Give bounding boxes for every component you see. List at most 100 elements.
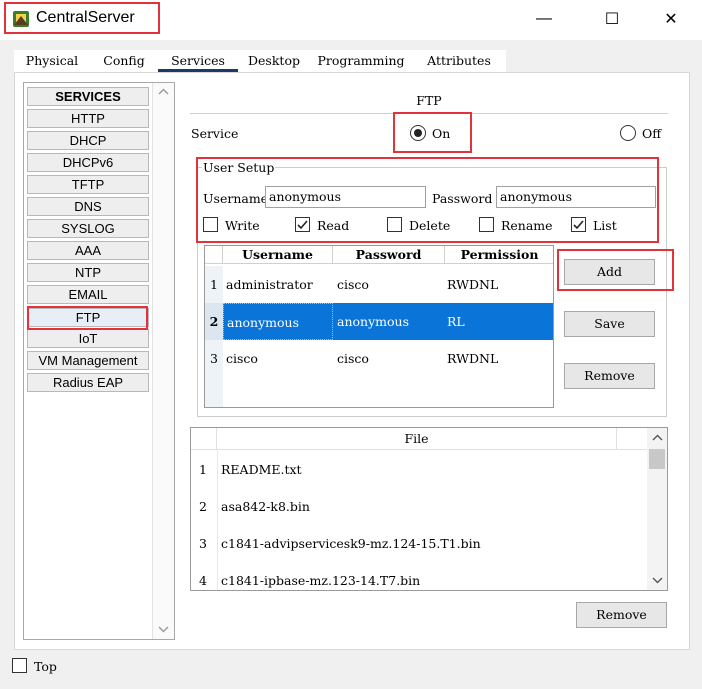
service-item-tftp[interactable]: TFTP: [27, 175, 149, 194]
file-row-number: 3: [199, 536, 207, 551]
username-input[interactable]: anonymous: [265, 186, 426, 208]
divider: [190, 113, 668, 114]
row-number-gutter: [205, 377, 223, 407]
tab-config[interactable]: Config: [96, 50, 152, 72]
user-setup-legend: User Setup: [202, 160, 276, 175]
service-item-iot[interactable]: IoT: [27, 329, 149, 348]
window-title: CentralServer: [36, 9, 135, 26]
remove-user-button[interactable]: Remove: [564, 363, 655, 389]
scroll-down-icon[interactable]: [652, 577, 663, 584]
column-header-password[interactable]: Password: [333, 246, 445, 264]
add-button[interactable]: Add: [564, 259, 655, 285]
tab-physical[interactable]: Physical: [18, 50, 86, 72]
app-icon: [13, 11, 29, 27]
file-row[interactable]: 3 c1841-advipservicesk9-mz.124-15.T1.bin: [191, 525, 646, 562]
file-name: c1841-ipbase-mz.123-14.T7.bin: [221, 573, 421, 588]
title-bar: CentralServer — ☐ ✕: [0, 0, 702, 40]
write-label: Write: [225, 218, 260, 233]
check-icon: [573, 220, 584, 230]
row-password: anonymous: [337, 314, 409, 329]
delete-checkbox[interactable]: [387, 217, 402, 232]
file-row-number: 4: [199, 573, 207, 588]
service-item-ntp[interactable]: NTP: [27, 263, 149, 282]
read-checkbox[interactable]: [295, 217, 310, 232]
row-permission: RWDNL: [447, 351, 499, 366]
file-row[interactable]: 4 c1841-ipbase-mz.123-14.T7.bin: [191, 562, 646, 590]
service-item-vm-management[interactable]: VM Management: [27, 351, 149, 370]
service-item-dhcp[interactable]: DHCP: [27, 131, 149, 150]
ftp-title: FTP: [416, 93, 442, 108]
tab-services[interactable]: Services: [158, 50, 238, 72]
file-row[interactable]: 1 README.txt: [191, 451, 646, 488]
table-row-selected[interactable]: 2 anonymous anonymous RL: [205, 303, 553, 340]
delete-label: Delete: [409, 218, 451, 233]
table-row[interactable]: 3 cisco cisco RWDNL: [205, 340, 553, 377]
username-label: Username: [203, 191, 269, 206]
radio-selected-dot: [414, 129, 422, 137]
users-table[interactable]: Username Password Permission 1 administr…: [204, 245, 554, 408]
service-on-radio[interactable]: [410, 125, 426, 141]
write-checkbox[interactable]: [203, 217, 218, 232]
save-button[interactable]: Save: [564, 311, 655, 337]
service-item-dns[interactable]: DNS: [27, 197, 149, 216]
read-label: Read: [317, 218, 350, 233]
services-list: SERVICES HTTP DHCP DHCPv6 TFTP DNS SYSLO…: [23, 82, 175, 640]
list-label: List: [593, 218, 617, 233]
row-username: anonymous: [223, 303, 333, 340]
scroll-thumb[interactable]: [649, 449, 665, 469]
tab-programming[interactable]: Programming: [316, 50, 406, 72]
tab-attributes[interactable]: Attributes: [418, 50, 500, 72]
service-off-label: Off: [642, 126, 662, 141]
service-item-syslog[interactable]: SYSLOG: [27, 219, 149, 238]
file-list-corner: [191, 428, 217, 450]
list-checkbox[interactable]: [571, 217, 586, 232]
rename-checkbox[interactable]: [479, 217, 494, 232]
file-column-header[interactable]: File: [217, 428, 617, 450]
service-item-email[interactable]: EMAIL: [27, 285, 149, 304]
file-name: c1841-advipservicesk9-mz.124-15.T1.bin: [221, 536, 481, 551]
services-scrollbar[interactable]: [152, 83, 174, 639]
row-password: cisco: [337, 277, 369, 292]
tab-desktop[interactable]: Desktop: [244, 50, 304, 72]
service-item-dhcpv6[interactable]: DHCPv6: [27, 153, 149, 172]
row-password: cisco: [337, 351, 369, 366]
file-name: README.txt: [221, 462, 302, 477]
password-input[interactable]: anonymous: [496, 186, 656, 208]
top-checkbox[interactable]: [12, 658, 27, 673]
maximize-button[interactable]: ☐: [592, 6, 632, 32]
check-icon: [297, 220, 308, 230]
row-number: 2: [205, 303, 223, 340]
tab-strip: Physical Config Services Desktop Program…: [14, 50, 506, 72]
table-row[interactable]: 1 administrator cisco RWDNL: [205, 266, 553, 303]
service-label: Service: [191, 126, 239, 141]
file-row-number: 1: [199, 462, 207, 477]
scroll-down-icon[interactable]: [158, 626, 169, 633]
column-header-permission[interactable]: Permission: [445, 246, 553, 264]
service-off-radio[interactable]: [620, 125, 636, 141]
scroll-up-icon[interactable]: [158, 88, 169, 95]
rename-label: Rename: [501, 218, 553, 233]
service-on-label: On: [432, 126, 451, 141]
file-name: asa842-k8.bin: [221, 499, 310, 514]
minimize-button[interactable]: —: [524, 6, 564, 32]
file-list[interactable]: File 1 README.txt 2 asa842-k8.bin 3 c1841-a…: [190, 427, 668, 591]
scroll-up-icon[interactable]: [652, 434, 663, 441]
file-list-scrollbar[interactable]: [647, 428, 667, 590]
column-header-username[interactable]: Username: [223, 246, 333, 264]
top-label: Top: [34, 659, 57, 674]
service-item-http[interactable]: HTTP: [27, 109, 149, 128]
services-header: SERVICES: [27, 87, 149, 106]
row-username: administrator: [226, 277, 313, 292]
remove-file-button[interactable]: Remove: [576, 602, 667, 628]
service-item-aaa[interactable]: AAA: [27, 241, 149, 260]
service-item-ftp[interactable]: FTP: [27, 308, 149, 327]
table-corner: [205, 246, 223, 264]
row-permission: RL: [447, 314, 465, 329]
close-button[interactable]: ✕: [651, 6, 691, 32]
row-username: cisco: [226, 351, 258, 366]
row-number: 1: [205, 266, 223, 303]
file-row[interactable]: 2 asa842-k8.bin: [191, 488, 646, 525]
service-item-radius-eap[interactable]: Radius EAP: [27, 373, 149, 392]
row-number: 3: [205, 340, 223, 377]
file-list-header-row: File: [191, 428, 647, 450]
